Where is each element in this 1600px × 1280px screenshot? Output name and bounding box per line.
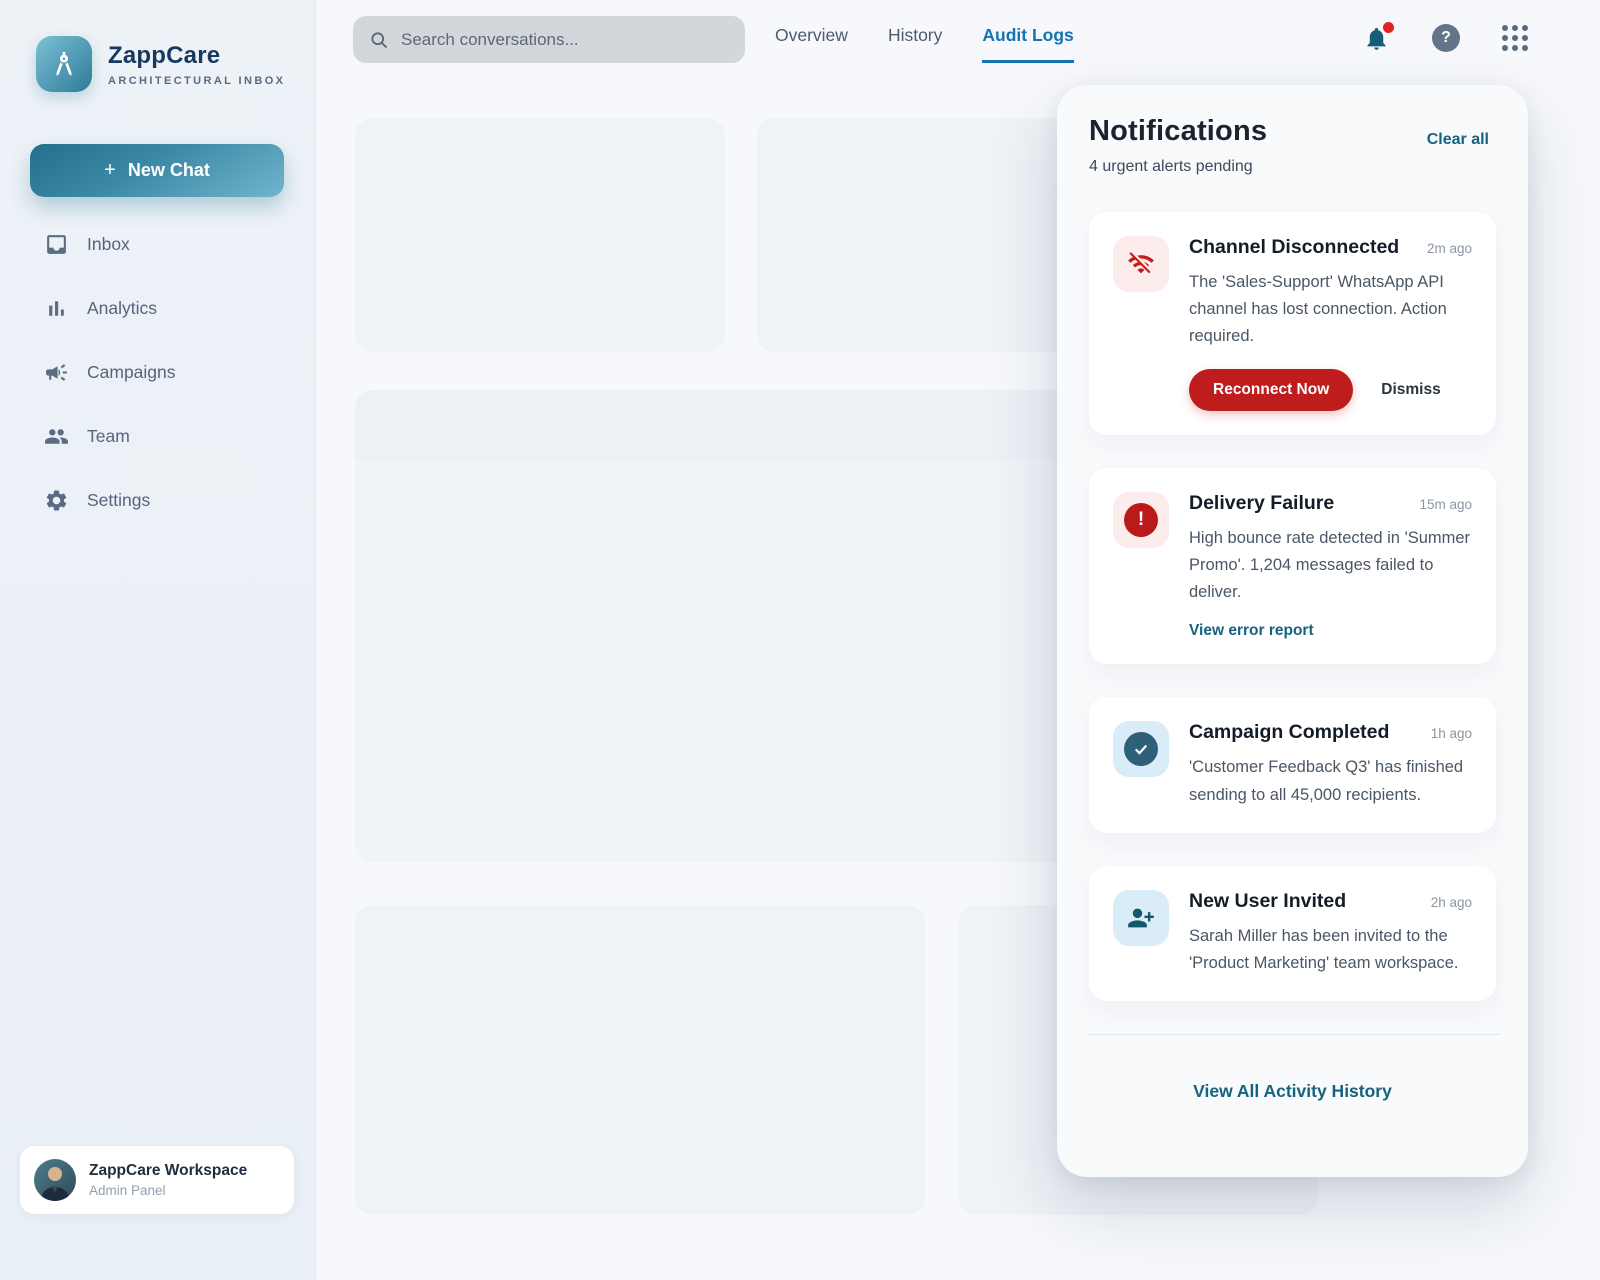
help-button[interactable]: ? (1432, 24, 1460, 52)
card-title: Delivery Failure (1189, 492, 1334, 515)
sidebar-item-label: Campaigns (87, 362, 176, 383)
search-bar[interactable] (353, 16, 745, 63)
avatar (34, 1159, 76, 1201)
brand-title: ZappCare (108, 42, 285, 70)
notification-card-campaign-completed[interactable]: Campaign Completed 1h ago 'Customer Feed… (1089, 697, 1496, 832)
check-circle-icon (1113, 721, 1169, 777)
question-mark-icon: ? (1441, 29, 1451, 47)
apps-grid-button[interactable] (1502, 25, 1528, 51)
card-body: Sarah Miller has been invited to the 'Pr… (1189, 923, 1472, 977)
plus-icon: + (104, 159, 116, 182)
card-title: Campaign Completed (1189, 721, 1389, 744)
search-input[interactable] (401, 30, 729, 50)
notification-card-delivery-failure[interactable]: ! Delivery Failure 15m ago High bounce r… (1089, 468, 1496, 665)
sidebar-item-campaigns[interactable]: Campaigns (0, 340, 315, 404)
card-timestamp: 1h ago (1431, 726, 1472, 741)
tab-history[interactable]: History (888, 25, 942, 63)
sidebar-item-settings[interactable]: Settings (0, 468, 315, 532)
new-chat-label: New Chat (128, 160, 210, 181)
drafting-compass-icon (48, 48, 80, 80)
tab-audit-logs[interactable]: Audit Logs (982, 25, 1073, 63)
brand: ZappCare ARCHITECTURAL INBOX (36, 36, 285, 92)
dismiss-button[interactable]: Dismiss (1381, 381, 1440, 399)
workspace-name: ZappCare Workspace (89, 1162, 247, 1180)
card-title: Channel Disconnected (1189, 236, 1399, 259)
card-timestamp: 2h ago (1431, 895, 1472, 910)
notifications-panel: Notifications 4 urgent alerts pending Cl… (1057, 85, 1528, 1177)
person-add-icon (1113, 890, 1169, 946)
wifi-off-icon (1113, 236, 1169, 292)
megaphone-icon (44, 360, 69, 385)
sidebar-item-team[interactable]: Team (0, 404, 315, 468)
skeleton-card (355, 905, 925, 1215)
sidebar-item-analytics[interactable]: Analytics (0, 276, 315, 340)
clear-all-link[interactable]: Clear all (1427, 131, 1489, 149)
tab-bar: Overview History Audit Logs (775, 25, 1074, 63)
sidebar-item-label: Inbox (87, 234, 130, 255)
people-icon (44, 424, 69, 449)
workspace-card[interactable]: ZappCare Workspace Admin Panel (20, 1146, 294, 1214)
top-icons: ? (1363, 24, 1528, 52)
bar-chart-icon (44, 296, 69, 321)
tab-overview[interactable]: Overview (775, 25, 848, 63)
card-body: 'Customer Feedback Q3' has finished send… (1189, 754, 1472, 808)
sidebar-item-inbox[interactable]: Inbox (0, 212, 315, 276)
skeleton-card (355, 118, 725, 352)
search-icon (369, 30, 389, 50)
new-chat-button[interactable]: + New Chat (30, 144, 284, 197)
brand-tagline: ARCHITECTURAL INBOX (108, 75, 285, 87)
notifications-bell-button[interactable] (1363, 25, 1390, 52)
notification-card-new-user-invited[interactable]: New User Invited 2h ago Sarah Miller has… (1089, 866, 1496, 1001)
alert-circle-icon: ! (1113, 492, 1169, 548)
sidebar-item-label: Team (87, 426, 130, 447)
view-all-activity-history-link[interactable]: View All Activity History (1193, 1081, 1392, 1101)
view-error-report-link[interactable]: View error report (1189, 622, 1314, 640)
card-timestamp: 2m ago (1427, 241, 1472, 256)
sidebar-nav: Inbox Analytics Campaigns Team Settings (0, 212, 315, 532)
card-body: The 'Sales-Support' WhatsApp API channel… (1189, 269, 1472, 351)
notifications-subtitle: 4 urgent alerts pending (1089, 158, 1496, 176)
sidebar-item-label: Analytics (87, 298, 157, 319)
inbox-icon (44, 232, 69, 257)
brand-logo (36, 36, 92, 92)
workspace-role: Admin Panel (89, 1183, 247, 1198)
notification-card-channel-disconnected[interactable]: Channel Disconnected 2m ago The 'Sales-S… (1089, 212, 1496, 435)
notification-badge-dot (1383, 22, 1394, 33)
reconnect-now-button[interactable]: Reconnect Now (1189, 369, 1353, 411)
sidebar: ZappCare ARCHITECTURAL INBOX + New Chat … (0, 0, 316, 1280)
card-body: High bounce rate detected in 'Summer Pro… (1189, 525, 1472, 607)
gear-icon (44, 488, 69, 513)
card-timestamp: 15m ago (1419, 497, 1472, 512)
divider (1089, 1034, 1501, 1035)
sidebar-item-label: Settings (87, 490, 150, 511)
card-title: New User Invited (1189, 890, 1346, 913)
